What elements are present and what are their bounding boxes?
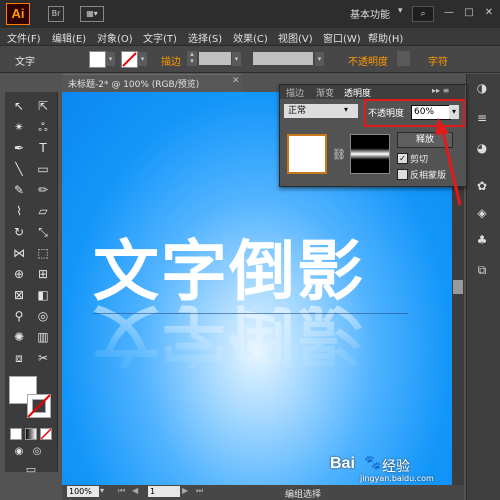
scroll-thumb[interactable] [453, 280, 463, 294]
chevron-down-icon[interactable]: ▾ [315, 52, 324, 66]
workspace-switcher[interactable]: 基本功能 [350, 6, 390, 21]
artboard-tool-icon[interactable]: ⧈ [10, 349, 28, 367]
chevron-down-icon[interactable]: ▾ [398, 6, 403, 16]
menu-edit[interactable]: 编辑(E) [52, 30, 86, 45]
control-bar [0, 46, 500, 73]
paw-icon: 🐾 [364, 455, 382, 471]
rectangle-tool-icon[interactable]: ▭ [34, 160, 52, 178]
opacity-label: 不透明度 [368, 109, 405, 119]
chevron-down-icon[interactable]: ▾ [138, 52, 147, 66]
line-tool-icon[interactable]: ╲ [10, 160, 28, 178]
fill-color-swatch[interactable] [89, 51, 106, 68]
menu-effect[interactable]: 效果(C) [233, 30, 268, 45]
tab-gradient[interactable]: 渐变 [316, 86, 334, 99]
mesh-tool-icon[interactable]: ⊠ [10, 286, 28, 304]
zoom-field[interactable]: 100% [67, 486, 99, 497]
menu-object[interactable]: 对象(O) [97, 30, 133, 45]
scale-tool-icon[interactable]: ⤡ [34, 223, 52, 241]
watermark-brand: Bai [330, 455, 355, 472]
stroke-color-swatch[interactable] [121, 51, 138, 68]
character-link[interactable]: 字符 [428, 53, 448, 68]
opacity-link[interactable]: 不透明度 [348, 53, 388, 68]
direct-selection-tool-icon[interactable]: ⇱ [34, 97, 52, 115]
object-thumbnail[interactable] [287, 134, 327, 174]
bridge-icon[interactable]: Br [48, 6, 64, 22]
chevron-down-icon[interactable]: ▾ [344, 105, 348, 114]
paintbrush-icon[interactable]: ✎ [10, 181, 28, 199]
link-icon[interactable]: ⛓ [332, 148, 346, 162]
last-page-icon[interactable]: ⏭ [196, 486, 203, 496]
maximize-button[interactable]: □ [460, 5, 478, 21]
none-mode-icon[interactable] [40, 428, 52, 440]
menu-view[interactable]: 视图(V) [278, 30, 313, 45]
watermark: Bai 🐾 经验 jingyan.baidu.com [330, 455, 465, 487]
app-logo: Ai [6, 3, 30, 25]
next-page-icon[interactable]: ▶ [182, 486, 188, 495]
screen-mode-icon[interactable]: ▭ [22, 461, 40, 479]
color-panel-icon[interactable]: ◑ [473, 80, 491, 96]
watermark-brand2: 经验 [382, 459, 410, 475]
stroke-weight-input[interactable] [199, 52, 231, 65]
rotate-tool-icon[interactable]: ↻ [10, 223, 28, 241]
mask-thumbnail[interactable] [350, 134, 390, 174]
blob-brush-icon[interactable]: ⌇ [10, 202, 28, 220]
object-type-label: 文字 [15, 57, 35, 68]
eraser-icon[interactable]: ▱ [34, 202, 52, 220]
none-stroke-icon [27, 394, 51, 418]
arrange-documents-icon[interactable]: ▦▾ [80, 6, 104, 22]
blend-tool-icon[interactable]: ◎ [34, 307, 52, 325]
page-number-field[interactable]: 1 [148, 486, 180, 497]
artboards-panel-icon[interactable]: ⧉ [473, 262, 491, 278]
draw-behind-icon[interactable]: ◎ [28, 443, 46, 461]
symbols-panel-icon[interactable]: ♣ [473, 232, 491, 248]
width-tool-icon[interactable]: ⋈ [10, 244, 28, 262]
chevron-down-icon[interactable]: ▾ [100, 486, 104, 495]
selection-tool-icon[interactable]: ↖ [10, 97, 28, 115]
chevron-down-icon[interactable]: ▾ [106, 52, 115, 66]
menu-help[interactable]: 帮助(H) [368, 30, 403, 45]
menu-file[interactable]: 文件(F) [7, 30, 41, 45]
pen-tool-icon[interactable]: ✒ [10, 139, 28, 157]
shape-builder-icon[interactable]: ⊕ [10, 265, 28, 283]
tab-transparency[interactable]: 透明度 [344, 86, 371, 99]
eyedropper-icon[interactable]: ⚲ [10, 307, 28, 325]
first-page-icon[interactable]: ⏮ [118, 486, 125, 496]
prev-page-icon[interactable]: ◀ [132, 486, 138, 495]
watermark-url: jingyan.baidu.com [360, 474, 434, 483]
magic-wand-icon[interactable]: ✴ [10, 118, 28, 136]
gradient-mode-icon[interactable] [25, 428, 37, 440]
color-mode-icon[interactable] [10, 428, 22, 440]
menu-select[interactable]: 选择(S) [188, 30, 222, 45]
close-icon[interactable]: ✕ [232, 76, 240, 86]
type-tool-icon[interactable]: T [34, 139, 52, 157]
slice-tool-icon[interactable]: ✂ [34, 349, 52, 367]
chevron-down-icon[interactable]: ▾ [232, 52, 241, 66]
panel-menu-icon[interactable]: ▸▸ ≡ [432, 86, 449, 95]
lasso-icon[interactable]: ஃ [34, 118, 52, 136]
symbol-sprayer-icon[interactable]: ✺ [10, 328, 28, 346]
free-transform-icon[interactable]: ⬚ [34, 244, 52, 262]
artwork-reflection: 文字倒影 [93, 296, 365, 373]
stroke-label[interactable]: 描边 [161, 53, 181, 68]
menu-type[interactable]: 文字(T) [143, 30, 177, 45]
reflection-baseline [93, 313, 408, 314]
document-title: 未标题-2* @ 100% (RGB/预览) [68, 80, 200, 90]
graph-tool-icon[interactable]: ▥ [34, 328, 52, 346]
gradient-tool-icon[interactable]: ◧ [34, 286, 52, 304]
no-stroke-icon [122, 52, 137, 67]
status-text: 编组选择 [285, 490, 322, 500]
minimize-button[interactable]: — [440, 5, 458, 21]
annotation-arrow [435, 118, 462, 206]
tab-stroke[interactable]: 描边 [286, 86, 304, 99]
variable-width-profile[interactable] [253, 52, 313, 65]
close-button[interactable]: ✕ [480, 5, 498, 21]
stroke-weight-stepper[interactable]: ▴ ▾ [187, 51, 197, 66]
pencil-icon[interactable]: ✏ [34, 181, 52, 199]
perspective-grid-icon[interactable]: ⊞ [34, 265, 52, 283]
menu-window[interactable]: 窗口(W) [323, 30, 361, 45]
opacity-toggle[interactable] [397, 51, 410, 66]
search-icon[interactable]: ⌕ [412, 6, 434, 22]
draw-mode-icon[interactable]: ◉ [10, 443, 28, 461]
